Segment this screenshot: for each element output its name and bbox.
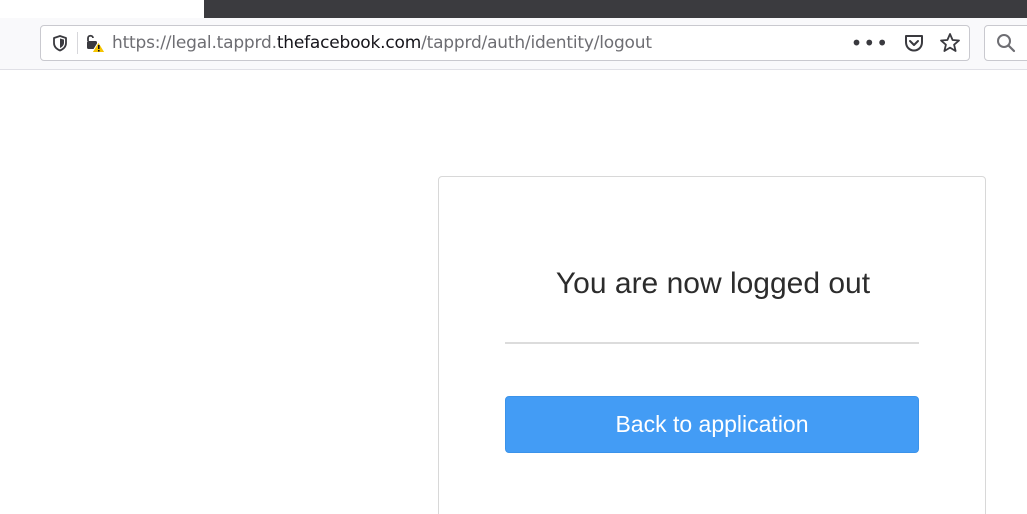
url-bar-actions: ••• bbox=[851, 32, 961, 54]
insecure-lock-icon[interactable] bbox=[84, 32, 106, 54]
url-path: /tapprd/auth/identity/logout bbox=[421, 33, 652, 53]
pocket-icon[interactable] bbox=[903, 32, 925, 54]
search-box[interactable] bbox=[984, 25, 1027, 61]
logout-card: You are now logged out Back to applicati… bbox=[438, 176, 986, 514]
back-to-application-button[interactable]: Back to application bbox=[505, 396, 919, 453]
url-bar[interactable]: https://legal.tapprd.thefacebook.com/tap… bbox=[40, 25, 970, 61]
tab-strip bbox=[0, 0, 1027, 18]
divider bbox=[505, 342, 919, 344]
active-tab-area[interactable] bbox=[204, 0, 1027, 18]
url-prefix: https://legal.tapprd. bbox=[112, 33, 277, 53]
url-domain: thefacebook.com bbox=[276, 33, 422, 53]
page-actions-menu-button[interactable]: ••• bbox=[851, 32, 889, 54]
browser-toolbar: https://legal.tapprd.thefacebook.com/tap… bbox=[0, 18, 1027, 70]
url-bar-separator bbox=[77, 32, 78, 54]
star-icon[interactable] bbox=[939, 32, 961, 54]
page-title: You are now logged out bbox=[555, 267, 871, 300]
shield-icon[interactable] bbox=[49, 32, 71, 54]
search-icon[interactable] bbox=[995, 32, 1017, 54]
url-text[interactable]: https://legal.tapprd.thefacebook.com/tap… bbox=[112, 33, 652, 53]
